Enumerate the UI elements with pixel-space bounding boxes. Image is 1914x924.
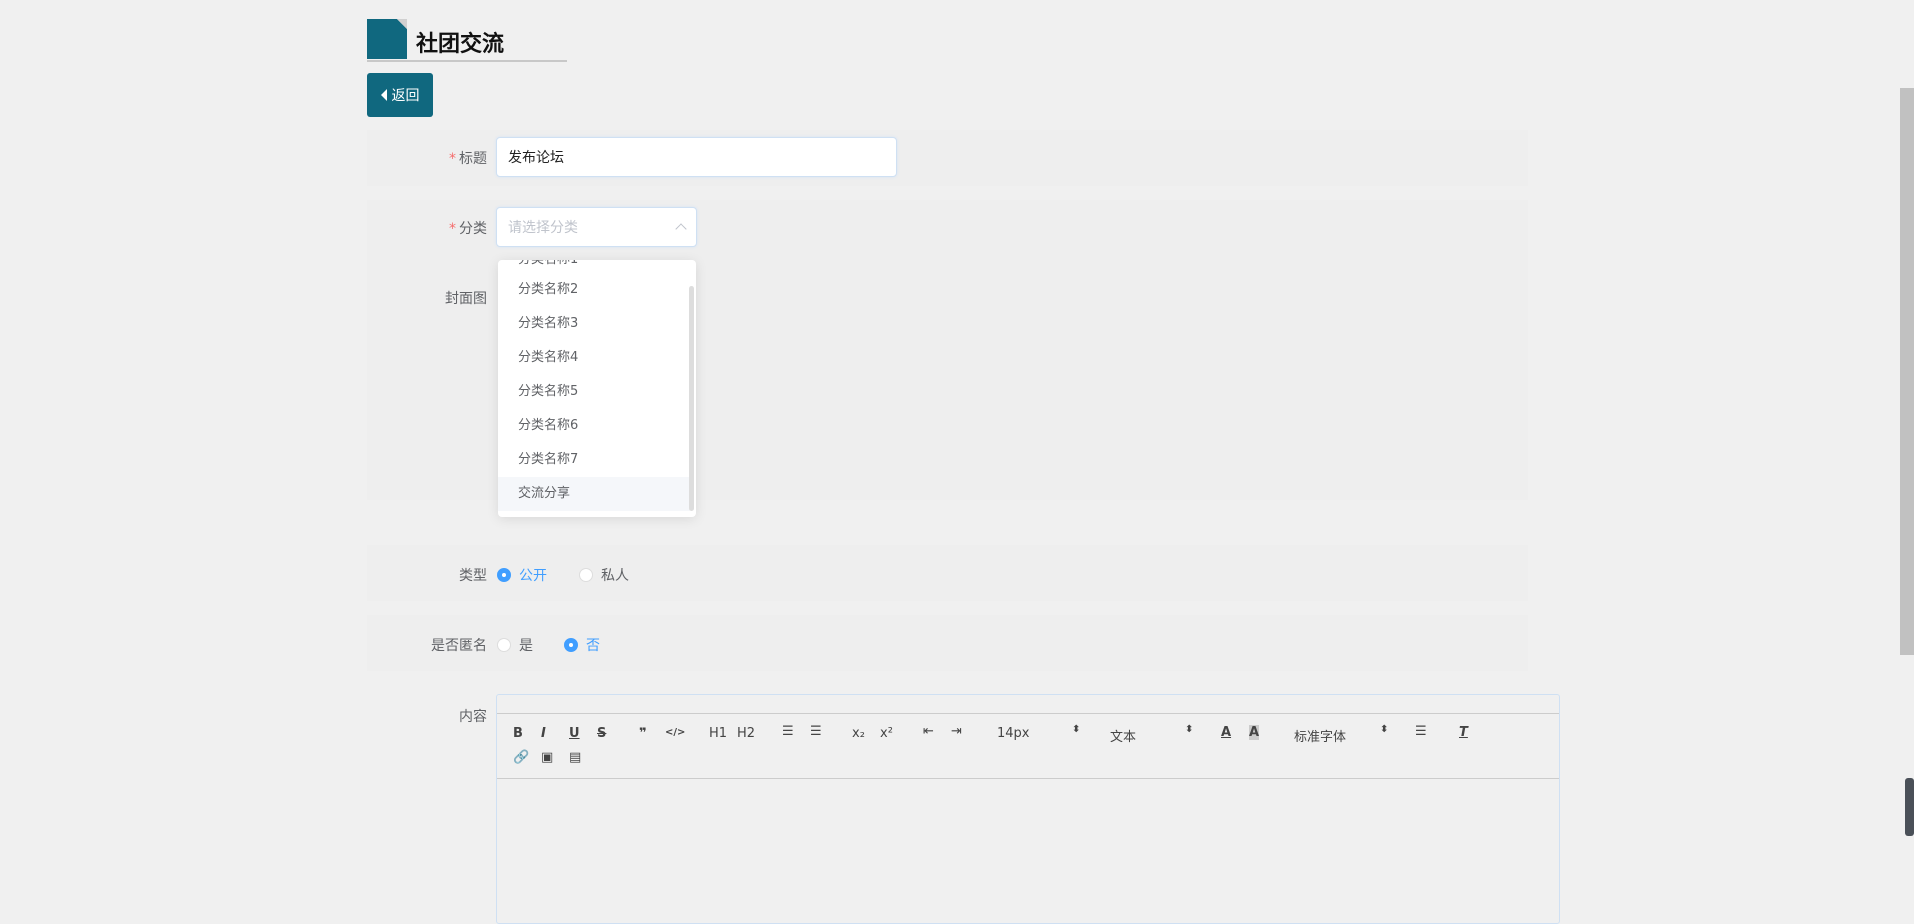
video-icon[interactable]: ▤ [569, 750, 581, 765]
clean-format-icon[interactable]: T [1459, 725, 1468, 740]
content-label: 内容 [459, 709, 487, 725]
header-select[interactable]: 文本 [1110, 726, 1136, 745]
dropdown-item[interactable]: 分类名称2 [498, 273, 690, 307]
caret-left-icon [380, 89, 387, 101]
italic-button[interactable]: I [541, 726, 546, 741]
row-anonymous [367, 615, 1528, 671]
radio-unchecked-icon [497, 638, 511, 652]
type-label: 类型 [459, 568, 487, 584]
radio-checked-icon [497, 568, 511, 582]
superscript-button[interactable]: x² [880, 726, 893, 741]
back-button[interactable]: 返回 [367, 73, 433, 117]
font-color-button[interactable]: A [1221, 725, 1231, 740]
dropdown-item[interactable]: 分类名称6 [498, 409, 690, 443]
outdent-icon[interactable]: ⇤ [923, 724, 934, 739]
anonymous-label: 是否匿名 [431, 638, 487, 654]
ordered-list-icon[interactable]: ☰ [782, 724, 794, 739]
sort-icon: ⬍ [1380, 724, 1389, 735]
floating-widget[interactable] [1905, 778, 1914, 836]
h1-button[interactable]: H1 [709, 726, 727, 741]
font-family-select[interactable]: 标准字体 [1294, 726, 1346, 745]
radio-unchecked-icon [579, 568, 593, 582]
page-scrollbar[interactable] [1900, 88, 1914, 655]
background-color-button[interactable]: A [1249, 725, 1260, 740]
title-input[interactable]: 发布论坛 [496, 137, 897, 177]
dropdown-item[interactable]: 交流分享 [498, 477, 690, 511]
radio-public[interactable]: 公开 [497, 565, 547, 585]
rich-text-editor[interactable]: B I U S ❞ </> H1 H2 ☰ ☰ x₂ x² ⇤ ⇥ 14px ⬍… [496, 694, 1560, 924]
h2-button[interactable]: H2 [737, 726, 755, 741]
underline-button[interactable]: U [569, 726, 580, 741]
dropdown-item[interactable]: 分类名称4 [498, 341, 690, 375]
subscript-button[interactable]: x₂ [852, 726, 865, 741]
dropdown-item[interactable]: 分类名称3 [498, 307, 690, 341]
blockquote-button[interactable]: ❞ [639, 726, 647, 741]
image-icon[interactable]: ▣ [541, 750, 553, 765]
category-select[interactable]: 请选择分类 [496, 207, 697, 247]
strike-button[interactable]: S [597, 726, 606, 741]
dropdown-scrollbar[interactable] [689, 286, 694, 511]
title-label: * 标题 [449, 151, 487, 167]
indent-icon[interactable]: ⇥ [951, 724, 962, 739]
bold-button[interactable]: B [513, 726, 523, 741]
category-label: * 分类 [449, 221, 487, 237]
radio-checked-icon [564, 638, 578, 652]
font-size-select[interactable]: 14px [997, 726, 1030, 741]
sort-icon: ⬍ [1185, 724, 1194, 735]
link-icon[interactable]: 🔗 [513, 750, 529, 765]
logo-icon [367, 19, 407, 59]
editor-toolbar: B I U S ❞ </> H1 H2 ☰ ☰ x₂ x² ⇤ ⇥ 14px ⬍… [497, 713, 1559, 779]
title-underline [367, 60, 567, 62]
dropdown-item[interactable]: 分类名称5 [498, 375, 690, 409]
radio-anonymous-no[interactable]: 否 [564, 635, 600, 655]
category-dropdown: 分类名称1 分类名称2 分类名称3 分类名称4 分类名称5 分类名称6 分类名称… [498, 260, 696, 517]
code-button[interactable]: </> [665, 727, 685, 738]
back-label: 返回 [391, 87, 420, 103]
align-left-icon[interactable]: ☰ [1415, 724, 1427, 739]
radio-private[interactable]: 私人 [579, 565, 629, 585]
dropdown-item[interactable]: 分类名称7 [498, 443, 690, 477]
sort-icon: ⬍ [1072, 724, 1081, 735]
cover-label: 封面图 [445, 291, 487, 307]
page-title: 社团交流 [416, 32, 505, 57]
radio-anonymous-yes[interactable]: 是 [497, 635, 533, 655]
bullet-list-icon[interactable]: ☰ [810, 724, 822, 739]
chevron-up-icon [675, 223, 687, 235]
